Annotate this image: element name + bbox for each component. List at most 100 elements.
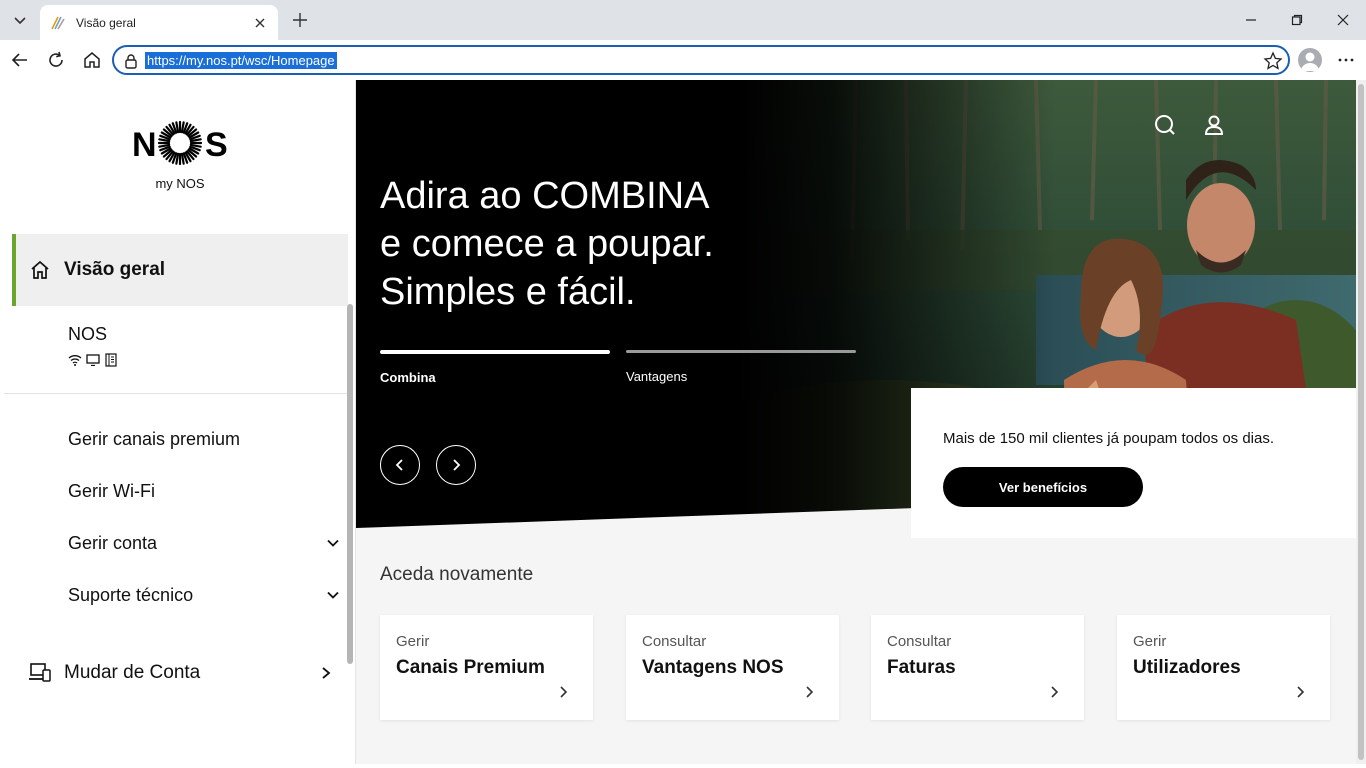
account-summary[interactable]: NOS bbox=[68, 324, 118, 367]
browser-menu-button[interactable] bbox=[1334, 48, 1358, 72]
quick-card-invoices[interactable]: Consultar Faturas bbox=[871, 615, 1084, 720]
quick-access-title: Aceda novamente bbox=[380, 564, 534, 585]
nos-favicon-icon bbox=[51, 16, 65, 29]
chevron-right-icon bbox=[453, 459, 461, 471]
home-button[interactable] bbox=[80, 48, 104, 72]
sidebar-item-wifi[interactable]: Gerir Wi-Fi bbox=[68, 476, 340, 506]
hero-title-line: e comece a poupar. bbox=[380, 223, 714, 265]
hero-tab-label: Vantagens bbox=[626, 369, 688, 384]
plus-icon bbox=[293, 13, 307, 27]
page-viewport: N S my NOS Visão geral NOS Gerir canais … bbox=[4, 80, 1366, 764]
tab-close-button[interactable] bbox=[252, 15, 268, 31]
chevron-right-icon bbox=[806, 686, 814, 698]
address-bar[interactable]: https://my.nos.pt/wsc/Homepage bbox=[112, 45, 1290, 75]
hero-tab-combina[interactable]: Combina bbox=[380, 350, 610, 385]
close-window-button[interactable] bbox=[1323, 6, 1363, 34]
see-benefits-button[interactable]: Ver benefícios bbox=[943, 467, 1143, 507]
promo-text: Mais de 150 mil clientes já poupam todos… bbox=[943, 430, 1275, 447]
sidebar-item-label: Gerir conta bbox=[68, 532, 158, 553]
profile-avatar-button[interactable] bbox=[1298, 48, 1322, 72]
sidebar-divider bbox=[4, 393, 350, 394]
sidebar-item-premium-channels[interactable]: Gerir canais premium bbox=[68, 424, 340, 454]
chevron-down-icon bbox=[14, 17, 26, 25]
account-services bbox=[68, 353, 118, 367]
star-icon[interactable] bbox=[1263, 51, 1283, 71]
sidebar-item-overview[interactable]: Visão geral bbox=[12, 234, 348, 306]
devices-icon bbox=[29, 663, 51, 682]
chevron-left-icon bbox=[395, 459, 403, 471]
chevron-right-icon bbox=[1051, 686, 1059, 698]
hero-prev-button[interactable] bbox=[380, 445, 420, 485]
nos-logo[interactable]: N S bbox=[132, 118, 228, 168]
sidebar-item-label: Visão geral bbox=[64, 259, 166, 280]
card-kicker: Consultar bbox=[887, 633, 952, 650]
quick-card-nos-benefits[interactable]: Consultar Vantagens NOS bbox=[626, 615, 839, 720]
switch-account-label: Mudar de Conta bbox=[64, 662, 201, 683]
tab-list-dropdown-button[interactable] bbox=[6, 7, 34, 33]
arrow-left-icon bbox=[11, 53, 27, 67]
sidebar-item-account[interactable]: Gerir conta bbox=[68, 528, 340, 558]
browser-tabbar: Visão geral bbox=[0, 0, 1366, 40]
hero-tab-indicator bbox=[626, 350, 856, 353]
quick-card-premium-channels[interactable]: Gerir Canais Premium bbox=[380, 615, 593, 720]
hero-tab-label: Combina bbox=[380, 370, 436, 385]
hero-title-line: Adira ao COMBINA bbox=[380, 175, 710, 217]
hero-slant-edge bbox=[356, 508, 916, 528]
lock-icon[interactable] bbox=[124, 53, 138, 69]
new-tab-button[interactable] bbox=[288, 8, 312, 32]
sidebar-item-label: Gerir Wi-Fi bbox=[68, 480, 155, 501]
reload-button[interactable] bbox=[44, 48, 68, 72]
back-button[interactable] bbox=[8, 48, 32, 72]
home-icon bbox=[84, 52, 100, 68]
card-title: Utilizadores bbox=[1133, 657, 1241, 678]
page-scrollbar[interactable] bbox=[1356, 80, 1366, 764]
close-icon bbox=[255, 18, 265, 27]
search-button[interactable] bbox=[1152, 112, 1178, 138]
tv-icon bbox=[86, 354, 100, 366]
sidebar-item-support[interactable]: Suporte técnico bbox=[68, 580, 340, 610]
chevron-down-icon bbox=[327, 591, 339, 599]
promo-card: Mais de 150 mil clientes já poupam todos… bbox=[911, 388, 1356, 538]
minimize-button[interactable] bbox=[1231, 6, 1271, 34]
card-kicker: Gerir bbox=[396, 633, 430, 650]
tab-title: Visão geral bbox=[76, 15, 136, 30]
sidebar-item-label: Gerir canais premium bbox=[68, 428, 241, 449]
home-icon bbox=[31, 260, 49, 279]
chevron-down-icon bbox=[327, 539, 339, 547]
wifi-icon bbox=[68, 355, 82, 366]
close-icon bbox=[1337, 14, 1349, 26]
logo-letter-n: N bbox=[132, 126, 157, 164]
search-icon bbox=[1155, 115, 1175, 135]
page-scroll-thumb[interactable] bbox=[1358, 84, 1364, 760]
url-text[interactable]: https://my.nos.pt/wsc/Homepage bbox=[145, 52, 337, 69]
nos-logo-mark: N S bbox=[132, 120, 228, 166]
browser-tab-active[interactable]: Visão geral bbox=[40, 5, 278, 40]
card-title: Canais Premium bbox=[396, 657, 545, 678]
hero-tab-indicator bbox=[380, 350, 610, 354]
chevron-right-icon bbox=[322, 667, 331, 679]
switch-account-button[interactable]: Mudar de Conta bbox=[28, 658, 332, 688]
logo-letter-s: S bbox=[205, 126, 228, 164]
user-account-button[interactable] bbox=[1201, 112, 1227, 138]
card-kicker: Consultar bbox=[642, 633, 707, 650]
reload-icon bbox=[49, 51, 63, 67]
logo-subtitle: my NOS bbox=[155, 176, 205, 191]
card-title: Faturas bbox=[887, 657, 956, 678]
minimize-icon bbox=[1246, 19, 1256, 21]
more-horizontal-icon bbox=[1338, 58, 1354, 62]
chevron-right-icon bbox=[560, 686, 568, 698]
restore-button[interactable] bbox=[1277, 6, 1317, 34]
quick-card-users[interactable]: Gerir Utilizadores bbox=[1117, 615, 1330, 720]
hero-next-button[interactable] bbox=[436, 445, 476, 485]
user-icon bbox=[1204, 115, 1224, 135]
user-avatar-icon bbox=[1301, 52, 1319, 71]
sidebar-scrollbar[interactable] bbox=[347, 234, 353, 764]
sidebar-scroll-thumb[interactable] bbox=[347, 304, 353, 664]
sidebar-item-label: Suporte técnico bbox=[68, 584, 194, 605]
restore-icon bbox=[1291, 14, 1303, 26]
card-kicker: Gerir bbox=[1133, 633, 1167, 650]
hero-tab-vantagens[interactable]: Vantagens bbox=[626, 350, 856, 384]
hero-title-line: Simples e fácil. bbox=[380, 271, 636, 313]
account-name: NOS bbox=[68, 324, 108, 344]
sidebar: N S my NOS Visão geral NOS Gerir canais … bbox=[4, 80, 356, 764]
